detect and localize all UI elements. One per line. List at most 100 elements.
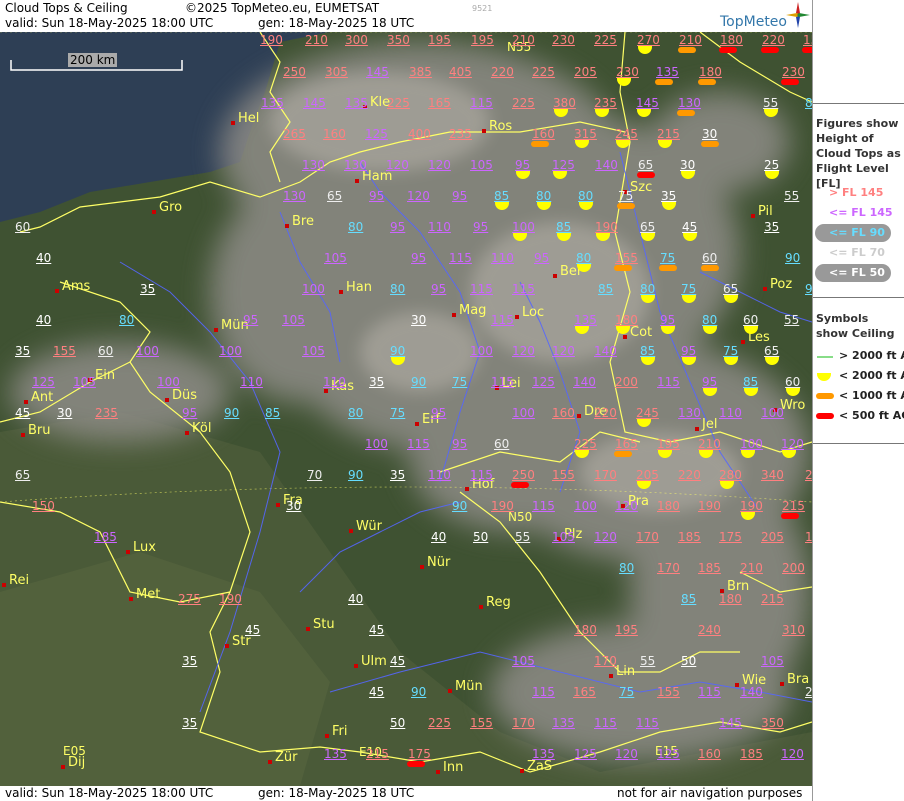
cloud-top-value: 165 [428,96,451,110]
cloud-top-value: 15 [803,33,812,47]
city-marker-icon [354,664,358,668]
cloud-top-value: 200 [782,561,805,575]
city-name: Inn [443,760,464,775]
city-label: Jel [695,418,717,432]
city-name: Ant [31,390,54,405]
cloud-top-value: 220 [762,33,785,47]
cloud-top-value: 75 [452,375,468,389]
copyright: ©2025 TopMeteo.eu, EUMETSAT [185,1,380,15]
cloud-top-value: 120 [615,499,638,513]
cloud-top-value: 115 [657,375,680,389]
ceiling-medium-symbol-icon [614,265,632,271]
cloud-top-value: 310 [782,623,805,637]
city-label: Pil [751,205,773,219]
cloud-top-value: 230 [552,33,575,47]
cloud-top-value: 60 [15,220,31,234]
cloud-top-value: 215 [366,747,389,761]
cloud-top-value: 125 [552,158,575,172]
cloud-top-value: 195 [615,623,638,637]
city-name: Nür [427,555,451,570]
cloud-top-value: 225 [574,437,597,451]
cloud-top-value: 185 [740,747,763,761]
cloud-top-value: 185 [94,530,117,544]
cloud-top-value: 30 [411,313,427,327]
city-marker-icon [21,433,25,437]
cloud-top-value: 225 [387,96,410,110]
cloud-top-value: 140 [573,375,596,389]
legend-ceiling-line-icon [817,356,833,358]
cloud-top-value: 95 [452,189,468,203]
cloud-top-value: 75 [390,406,406,420]
cloud-top-value: 100 [512,406,535,420]
city-label: Reg [479,596,511,610]
city-marker-icon [24,400,28,404]
city-marker-icon [436,770,440,774]
cloud-top-value: 120 [781,437,804,451]
cloud-top-value: 60 [98,344,114,358]
cloud-top-value: 195 [428,33,451,47]
cloud-top-value: 100 [574,499,597,513]
city-label: Ant [24,390,54,405]
cloud-top-value: 130 [344,158,367,172]
cloud-top-value: 120 [552,344,575,358]
city-marker-icon [325,734,329,738]
cloud-top-value: 400 [408,127,431,141]
cloud-top-value: 35 [661,189,677,203]
cloud-top-value: 90 [390,344,406,358]
cloud-top-value: 65 [327,189,343,203]
city-marker-icon [355,179,359,183]
city-label: Ulm [354,654,387,669]
cloud-top-value: 115 [491,313,514,327]
cloud-top-value: 140 [594,344,617,358]
cloud-top-value: 45 [682,220,698,234]
ceiling-very-low-symbol-icon [781,79,799,85]
cloud-top-value: 190 [491,499,514,513]
cloud-top-value: 150 [32,499,55,513]
cloud-top-value: 25 [764,158,780,172]
city-label: Bru [21,424,51,438]
cloud-top-value: 140 [740,685,763,699]
city-name: Stu [313,617,335,632]
cloud-top-value: 235 [95,406,118,420]
cloud-top-value: 115 [470,96,493,110]
cloud-top-value: 95 [182,406,198,420]
cloud-top-value: 125 [32,375,55,389]
cloud-top-value: 185 [698,561,721,575]
footer-disclaimer: not for air navigation purposes [617,786,803,800]
cloud-top-value: 60 [494,437,510,451]
cloud-top-value: 100 [740,437,763,451]
city-marker-icon [165,398,169,402]
city-label: Ein [88,369,115,383]
cloud-top-value: 120 [407,189,430,203]
cloud-top-value: 145 [366,65,389,79]
city-name: Zür [275,750,298,765]
legend-ceiling-low-icon [817,373,831,381]
city-label: Hel [231,112,259,126]
cloud-top-value: 120 [594,530,617,544]
cloud-top-value: 95 [660,313,676,327]
city-label: Met [129,588,160,602]
city-name: Mag [459,303,487,318]
cloud-top-value: 110 [428,220,451,234]
cloud-top-value: 60 [785,375,801,389]
cloud-top-value: 75 [618,189,634,203]
city-name: Szc [630,180,653,195]
cloud-top-value: 80 [348,220,364,234]
grid-coordinate-label: E05 [63,744,86,758]
cloud-top-value: 9 [805,282,812,296]
ceiling-medium-symbol-icon [617,203,635,209]
city-marker-icon [129,597,133,601]
cloud-top-value: 85 [681,592,697,606]
legend-panel: Figures show Height of Cloud Tops as Fli… [812,0,904,801]
cloud-top-value: 100 [512,220,535,234]
cloud-top-value: 95 [681,344,697,358]
city-marker-icon [780,682,784,686]
city-marker-icon [185,431,189,435]
cloud-top-value: 65 [638,158,654,172]
cloud-top-value: 215 [782,499,805,513]
cloud-top-value: 85 [805,96,812,110]
cloud-top-value: 105 [324,251,347,265]
cloud-top-value: 35 [140,282,156,296]
city-name: Ulm [361,654,387,669]
legend-ceiling-item: < 2000 ft AGL [839,369,904,382]
